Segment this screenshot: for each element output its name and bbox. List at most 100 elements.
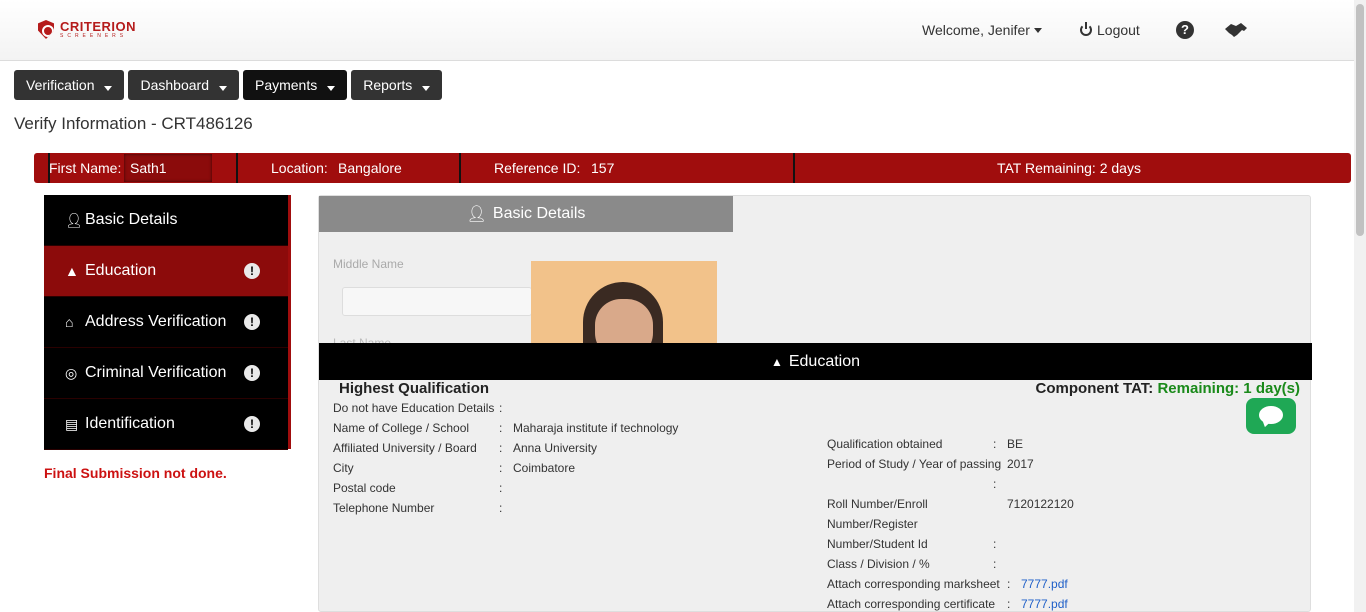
graduation-cap-icon: ▲ — [65, 263, 79, 279]
field-label: Period of Study / Year of passing — [827, 457, 1002, 471]
shield-logo-icon — [38, 20, 54, 39]
education-title: Education — [788, 352, 861, 370]
logout-label: Logout — [1097, 22, 1140, 38]
field-label: Number/Student Id — [827, 537, 928, 551]
sidebar-item-criminal-verification[interactable]: ◎ Criminal Verification ! — [44, 348, 288, 399]
basic-details-header[interactable]: 👤︎ Basic Details — [319, 196, 733, 232]
field-label: Attach corresponding marksheet — [827, 577, 1000, 591]
candidate-info-bar: First Name: Sath1 Location: Bangalore Re… — [34, 153, 1351, 183]
field-label: Number/Register — [827, 517, 918, 531]
reference-value: 157 — [591, 160, 615, 176]
nav-verification[interactable]: Verification — [14, 70, 125, 100]
caret-down-icon — [1033, 27, 1042, 33]
nav-label: Payments — [254, 77, 318, 93]
id-card-icon: ▤ — [65, 415, 79, 432]
location-value: Bangalore — [338, 160, 402, 176]
middle-name-label: Middle Name — [333, 257, 404, 271]
basic-details-title: Basic Details — [492, 205, 586, 222]
first-name-field[interactable]: Sath1 — [124, 153, 212, 183]
caret-down-icon — [218, 85, 227, 91]
field-colon: : — [499, 461, 503, 475]
logout-link[interactable]: Logout — [1080, 22, 1140, 38]
sidebar-item-education[interactable]: ▲ Education ! — [44, 246, 288, 297]
field-colon: : — [993, 557, 997, 571]
warning-icon: ! — [244, 314, 260, 330]
top-header: CRITERION SCREENERS Welcome, Jenifer Log… — [0, 0, 1354, 61]
user-icon: 👤︎ — [65, 211, 83, 228]
sidebar-item-label: Education — [85, 262, 157, 279]
sidebar-item-label: Identification — [85, 415, 175, 432]
field-colon: : — [499, 421, 503, 435]
component-tat: Component TAT: Remaining: 1 day(s) — [1036, 380, 1300, 397]
sidebar-item-label: Basic Details — [85, 211, 178, 228]
field-colon: : — [499, 501, 503, 515]
marksheet-link[interactable]: 7777.pdf — [1021, 577, 1068, 591]
divider — [793, 153, 795, 183]
middle-name-input[interactable] — [342, 287, 532, 316]
first-name-label: First Name: — [49, 160, 122, 176]
field-colon: : — [499, 481, 503, 495]
candidate-photo — [531, 261, 717, 343]
field-colon: : — [1007, 597, 1011, 611]
chat-bubble-icon — [1259, 406, 1283, 424]
location-label: Location: — [271, 160, 328, 176]
divider — [236, 153, 238, 183]
page-title: Verify Information - CRT486126 — [14, 114, 253, 133]
section-title: Highest Qualification — [339, 380, 490, 397]
field-colon: : — [499, 401, 503, 415]
field-label: Do not have Education Details — [333, 401, 495, 415]
sidebar-item-basic-details[interactable]: 👤︎ Basic Details — [44, 195, 288, 246]
field-label: Qualification obtained — [827, 437, 943, 451]
reference-label: Reference ID: — [494, 160, 581, 176]
user-icon: 👤︎ — [466, 206, 487, 223]
power-icon — [1080, 22, 1092, 36]
main-nav: Verification Dashboard Payments Reports — [14, 70, 446, 100]
section-sidebar: 👤︎ Basic Details ▲ Education ! ⌂ Address… — [44, 195, 291, 450]
criterion-logo[interactable]: CRITERION SCREENERS — [38, 20, 136, 39]
caret-down-icon — [422, 85, 431, 91]
warning-icon: ! — [244, 416, 260, 432]
welcome-text: Welcome, Jenifer — [922, 22, 1030, 38]
certificate-link[interactable]: 7777.pdf — [1021, 597, 1068, 611]
content-panel: 👤︎ Basic Details Middle Name Last Name ▲… — [318, 195, 1312, 612]
field-value: 2017 — [1007, 457, 1034, 471]
education-header: ▲ Education — [319, 343, 1312, 380]
first-name-value: Sath1 — [124, 154, 212, 182]
brand-tagline: SCREENERS — [60, 33, 128, 39]
chat-button[interactable] — [1246, 398, 1296, 434]
question-circle-icon[interactable]: ? — [1176, 21, 1194, 39]
field-label: Name of College / School — [333, 421, 470, 435]
field-label: Roll Number/Enroll — [827, 497, 928, 511]
caret-down-icon — [327, 85, 336, 91]
field-label: City — [333, 461, 354, 475]
field-value: BE — [1007, 437, 1024, 451]
fingerprint-icon: ◎ — [65, 364, 78, 381]
graduation-cap-icon: ▲ — [770, 354, 783, 369]
field-value: Anna University — [513, 441, 598, 455]
tat-remaining: TAT Remaining: 2 days — [997, 160, 1141, 176]
sidebar-item-address-verification[interactable]: ⌂ Address Verification ! — [44, 297, 288, 348]
sidebar-item-label: Criminal Verification — [85, 364, 227, 381]
field-colon: : — [993, 477, 997, 491]
home-icon: ⌂ — [65, 314, 74, 330]
field-colon: : — [499, 441, 503, 455]
nav-label: Dashboard — [140, 77, 209, 93]
warning-icon: ! — [244, 263, 260, 279]
nav-label: Verification — [26, 77, 95, 93]
component-tat-value: Remaining: 1 day(s) — [1157, 380, 1300, 397]
field-label: Telephone Number — [333, 501, 435, 515]
nav-dashboard[interactable]: Dashboard — [128, 70, 239, 100]
page-scrollbar[interactable] — [1354, 0, 1366, 612]
final-submission-status: Final Submission not done. — [44, 465, 227, 481]
scrollbar-thumb[interactable] — [1356, 4, 1364, 236]
component-tat-label: Component TAT: — [1035, 380, 1154, 397]
nav-reports[interactable]: Reports — [351, 70, 443, 100]
user-menu[interactable]: Welcome, Jenifer — [922, 22, 1042, 38]
sidebar-item-identification[interactable]: ▤ Identification ! — [44, 399, 288, 450]
field-value: Maharaja institute if technology — [513, 421, 679, 435]
handshake-icon[interactable] — [1224, 20, 1248, 40]
field-colon: : — [1007, 577, 1011, 591]
sidebar-item-label: Address Verification — [85, 313, 227, 330]
nav-payments[interactable]: Payments — [242, 70, 348, 100]
field-label: Postal code — [333, 481, 396, 495]
